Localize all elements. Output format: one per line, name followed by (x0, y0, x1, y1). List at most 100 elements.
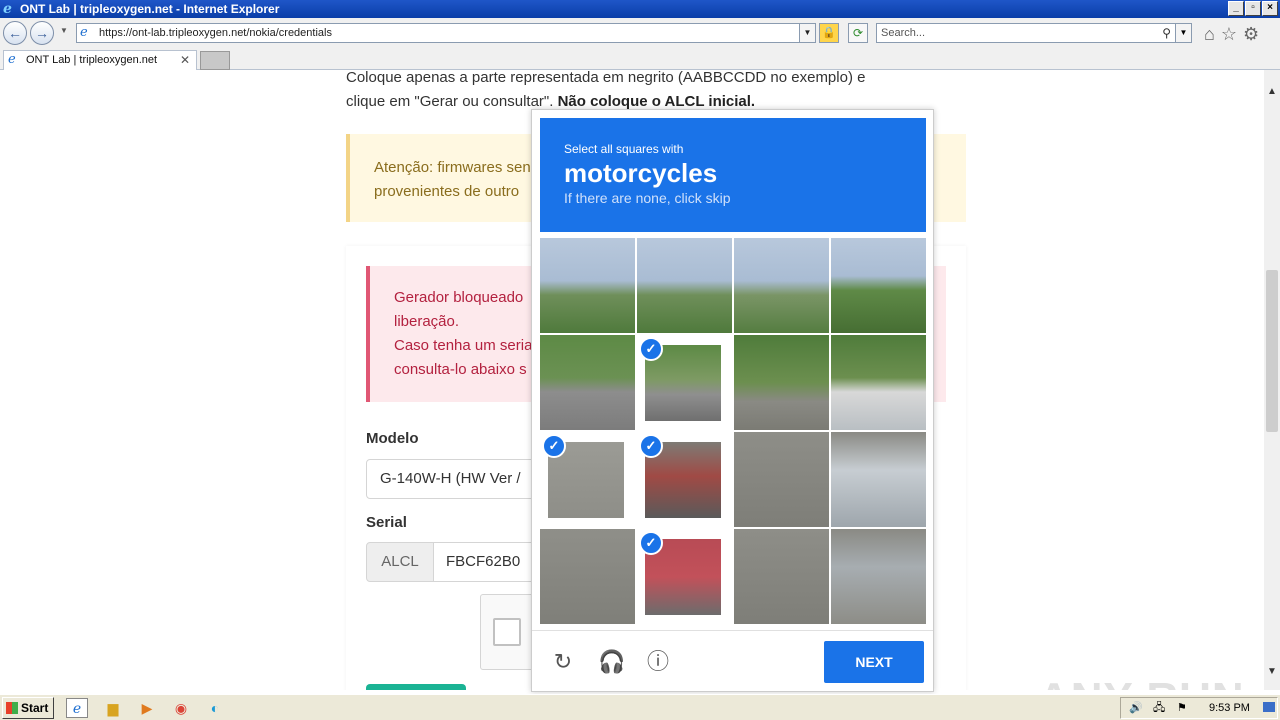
captcha-tile[interactable] (831, 335, 926, 430)
search-input[interactable]: Search... ⚲ ▼ (876, 23, 1192, 43)
watermark-logo: ANY RUN (1038, 674, 1245, 690)
refresh-button[interactable]: ⟳ (848, 23, 868, 43)
captcha-tile[interactable]: ✓ (540, 432, 635, 527)
settings-gear-icon[interactable]: ⚙ (1243, 24, 1259, 45)
tile-selected-check-icon: ✓ (639, 434, 663, 458)
tab-close-icon[interactable]: ✕ (180, 51, 190, 69)
captcha-tile[interactable] (540, 529, 635, 624)
next-button[interactable]: NEXT (824, 641, 924, 683)
captcha-tile[interactable]: ✓ (637, 529, 732, 624)
tab-bar: e ONT Lab | tripleoxygen.net ✕ (0, 48, 1280, 70)
captcha-hint: If there are none, click skip (564, 190, 731, 206)
ie-taskbar-icon[interactable]: e (66, 698, 88, 718)
audio-headphones-icon[interactable]: 🎧 (598, 649, 625, 675)
model-label: Modelo (366, 430, 419, 447)
edge-icon[interactable]: ◐ (204, 698, 226, 718)
captcha-tile[interactable] (734, 238, 829, 333)
search-placeholder: Search... (881, 27, 926, 39)
serial-label: Serial (366, 514, 407, 531)
info-icon[interactable]: ⓘ (645, 649, 671, 675)
captcha-tile[interactable] (540, 335, 635, 430)
captcha-tile[interactable] (734, 335, 829, 430)
window-titlebar: e ONT Lab | tripleoxygen.net - Internet … (0, 0, 1280, 18)
captcha-challenge: Select all squares with motorcycles If t… (531, 109, 934, 692)
tab-favicon-icon: e (8, 52, 16, 67)
captcha-tile-image (831, 432, 926, 527)
home-icon[interactable]: ⌂ (1204, 24, 1215, 45)
history-dropdown-icon[interactable]: ▼ (60, 26, 68, 35)
tile-selected-check-icon: ✓ (542, 434, 566, 458)
captcha-tile-grid: ✓ ✓ ✓ ✓ (540, 238, 926, 624)
system-tray: 🔊 🖧 ⚑ 9:53 PM (1120, 697, 1278, 719)
captcha-tile[interactable] (734, 529, 829, 624)
start-label: Start (21, 701, 49, 715)
submit-button[interactable] (366, 684, 466, 690)
forward-button[interactable]: → (30, 21, 54, 45)
minimize-button[interactable]: _ (1228, 1, 1244, 16)
windows-logo-icon (6, 702, 18, 714)
captcha-tile-image (540, 335, 635, 430)
scroll-up-icon[interactable]: ▲ (1264, 84, 1280, 100)
explorer-folder-icon[interactable]: ▆ (102, 698, 124, 718)
intro-paragraph: Coloque apenas a parte representada em n… (346, 70, 906, 114)
favorites-star-icon[interactable]: ☆ (1221, 24, 1237, 45)
address-bar[interactable]: e https://ont-lab.tripleoxygen.net/nokia… (76, 23, 816, 43)
captcha-tile[interactable] (831, 432, 926, 527)
intro-line-2-bold: Não coloque o ALCL inicial. (557, 93, 756, 110)
captcha-tile[interactable] (540, 238, 635, 333)
captcha-checkbox[interactable] (493, 618, 521, 646)
captcha-tile[interactable] (637, 238, 732, 333)
restore-button[interactable]: ▫ (1245, 1, 1261, 16)
captcha-tile[interactable]: ✓ (637, 432, 732, 527)
search-dropdown-icon[interactable]: ▼ (1175, 24, 1191, 42)
tab-label: ONT Lab | tripleoxygen.net (26, 54, 158, 66)
captcha-tile-image (734, 335, 829, 430)
captcha-tile-image (540, 529, 635, 624)
window-title: ONT Lab | tripleoxygen.net - Internet Ex… (20, 2, 280, 16)
taskbar: Start e ▆ ▶ ◉ ◐ 🔊 🖧 ⚑ 9:53 PM (0, 694, 1280, 720)
captcha-tile[interactable] (831, 529, 926, 624)
captcha-header: Select all squares with motorcycles If t… (540, 118, 926, 232)
captcha-instruction: Select all squares with (564, 142, 684, 156)
scroll-thumb[interactable] (1266, 270, 1278, 432)
page-favicon-icon: e (80, 25, 88, 40)
scroll-down-icon[interactable]: ▼ (1264, 664, 1280, 680)
captcha-tile[interactable]: ✓ (637, 335, 732, 430)
address-url: https://ont-lab.tripleoxygen.net/nokia/c… (99, 27, 332, 39)
tile-selected-check-icon: ✓ (639, 531, 663, 555)
volume-icon[interactable]: 🔊 (1129, 698, 1143, 718)
captcha-footer: ↻ 🎧 ⓘ NEXT (532, 630, 933, 692)
captcha-tile[interactable] (831, 238, 926, 333)
reload-icon[interactable]: ↻ (550, 649, 576, 675)
captcha-tile-image (637, 238, 732, 333)
window-controls: _ ▫ × (1228, 1, 1278, 16)
network-icon[interactable]: 🖧 (1153, 698, 1165, 718)
captcha-tile-image (831, 529, 926, 624)
captcha-tile-image (831, 238, 926, 333)
captcha-target: motorcycles (564, 158, 718, 188)
close-button[interactable]: × (1262, 1, 1278, 16)
address-dropdown-icon[interactable]: ▼ (799, 24, 815, 42)
navigation-bar: ← → ▼ e https://ont-lab.tripleoxygen.net… (0, 18, 1280, 48)
intro-line-2-text: clique em "Gerar ou consultar". (346, 93, 558, 110)
captcha-tile[interactable] (734, 432, 829, 527)
media-player-icon[interactable]: ▶ (136, 698, 158, 718)
toolbar-icons: ⌂ ☆ ⚙ (1204, 24, 1259, 45)
captcha-tile-image (734, 432, 829, 527)
captcha-tile-image (540, 238, 635, 333)
chrome-icon[interactable]: ◉ (170, 698, 192, 718)
page-scrollbar[interactable]: ▲ ▼ (1264, 70, 1280, 690)
new-tab-button[interactable] (200, 51, 230, 70)
lock-icon[interactable]: 🔒 (819, 23, 839, 43)
tab-ont-lab[interactable]: e ONT Lab | tripleoxygen.net ✕ (3, 50, 197, 70)
clock: 9:53 PM (1209, 702, 1250, 714)
captcha-tile-image (734, 238, 829, 333)
action-center-flag-icon[interactable]: ⚑ (1177, 698, 1187, 718)
intro-line-1: Coloque apenas a parte representada em n… (346, 70, 866, 86)
back-button[interactable]: ← (3, 21, 27, 45)
start-button[interactable]: Start (2, 697, 54, 719)
search-icon[interactable]: ⚲ (1162, 24, 1171, 42)
tile-selected-check-icon: ✓ (639, 337, 663, 361)
captcha-tile-image (734, 529, 829, 624)
show-desktop-icon[interactable] (1263, 702, 1275, 712)
